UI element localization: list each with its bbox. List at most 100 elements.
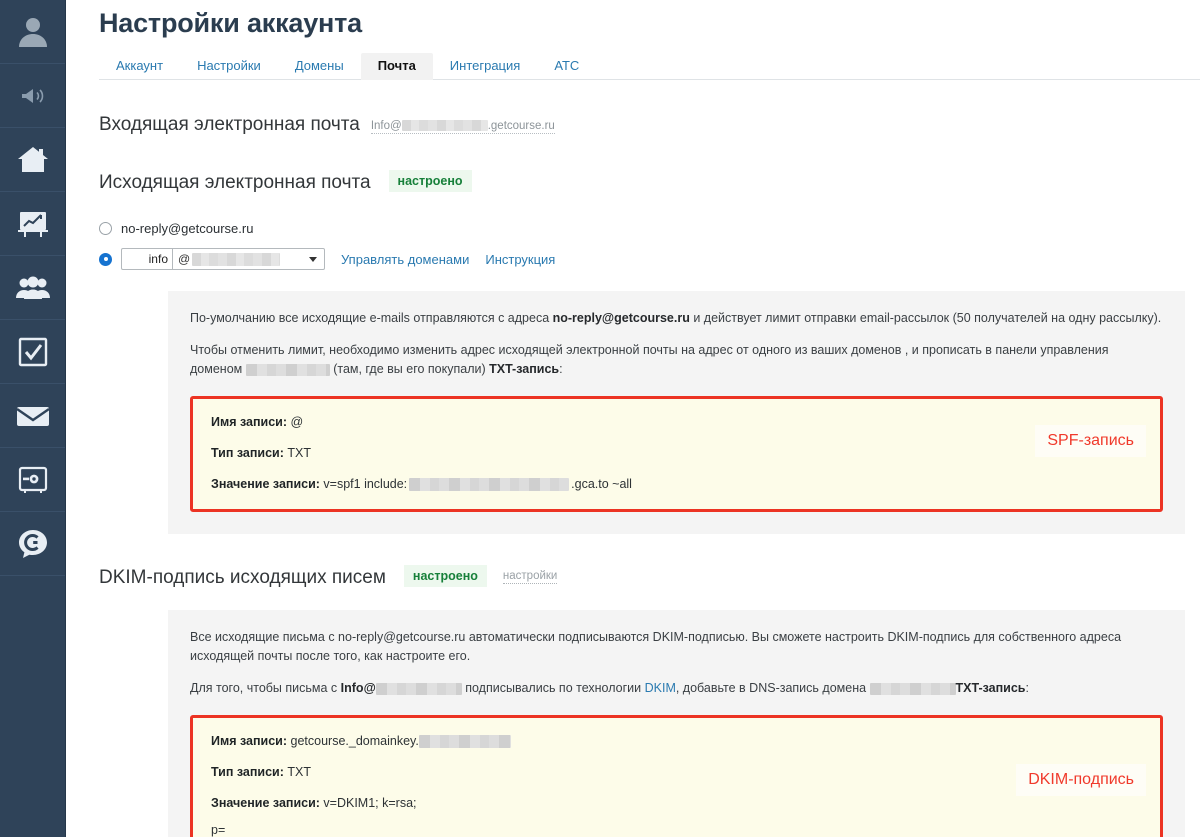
tab-atc[interactable]: АТС [537,53,596,80]
outgoing-info-paragraph-2: Чтобы отменить лимит, необходимо изменит… [190,341,1163,379]
outgoing-email-heading: Исходящая электронная почта [99,172,371,193]
incoming-email-heading: Входящая электронная почта [99,114,360,135]
spf-name-value: @ [290,415,304,429]
sender-option-custom[interactable]: @ Управлять доменами Инструкция [99,248,1200,270]
outgoing-status-badge: настроено [388,170,472,192]
redacted-dkim-record-domain [418,735,511,749]
redacted-spf-include [409,478,570,492]
sidebar-item-home[interactable] [0,128,65,192]
sidebar-item-announcements[interactable] [0,64,65,128]
spf-value-prefix: v=spf1 include: [323,477,408,491]
dkim-value-text: v=DKIM1; k=rsa; [323,796,417,810]
safe-icon [18,465,48,495]
page-title: Настройки аккаунта [99,8,362,38]
dkim-record-tag: DKIM-подпись [1016,764,1146,796]
sidebar-item-users[interactable] [0,256,65,320]
tab-account[interactable]: Аккаунт [99,53,180,80]
redacted-dkim-domain-2 [869,682,956,695]
mailbox-name-input[interactable] [121,248,173,270]
instruction-link[interactable]: Инструкция [485,252,555,267]
dkim-info-p2-txt: TXT-запись [955,681,1026,695]
dkim-name-label: Имя записи: [211,734,288,748]
dkim-info-p2-part2: подписывались по технологии [461,681,645,695]
incoming-email-prefix: Info@ [370,120,402,132]
getcourse-logo-icon [18,529,48,559]
sidebar-item-mail[interactable] [0,384,65,448]
spf-type-value: TXT [287,446,311,460]
outgoing-info-paragraph-1: По-умолчанию все исходящие e-mails отпра… [190,309,1163,328]
dkim-record-name-line: Имя записи: getcourse._domainkey. [211,732,1142,750]
megaphone-icon [20,87,46,105]
tab-integration[interactable]: Интеграция [433,53,538,80]
outgoing-sender-options: no-reply@getcourse.ru @ Управлять домена… [66,217,1200,270]
chart-presentation-icon [17,209,49,239]
dkim-key-prefix: p= [211,823,226,837]
redacted-dkim-domain-1 [375,682,462,695]
page-root: Настройки аккаунта Аккаунт Настройки Дом… [0,0,1200,837]
dkim-info-p2-part1: Для того, чтобы письма с [190,681,341,695]
dkim-info-p2-colon: : [1025,681,1029,695]
manage-domains-link[interactable]: Управлять доменами [341,252,469,267]
tab-mail[interactable]: Почта [360,53,433,80]
dkim-type-value: TXT [287,765,311,779]
dkim-record-box: DKIM-подпись Имя записи: getcourse._doma… [190,715,1163,837]
domain-select-at: @ [178,252,191,266]
tab-settings[interactable]: Настройки [180,53,278,80]
radio-custom-sender[interactable] [99,252,112,266]
spf-value-label: Значение записи: [211,477,320,491]
dkim-info-paragraph-2: Для того, чтобы письма с Info@ подписыва… [190,679,1163,698]
dkim-settings-link[interactable]: настройки [502,569,558,584]
redacted-selected-domain [192,252,281,266]
dkim-record-value-line: Значение записи: v=DKIM1; k=rsa; [211,794,1142,812]
dkim-value-label: Значение записи: [211,796,320,810]
radio-default-sender-label: no-reply@getcourse.ru [121,220,254,236]
spf-name-label: Имя записи: [211,415,288,429]
incoming-email-address[interactable]: Info@ .getcourse.ru [370,119,555,134]
checkbox-icon [18,337,48,367]
dkim-info-panel: Все исходящие письма с no-reply@getcours… [168,610,1185,837]
sidebar-item-chat[interactable] [0,512,65,576]
dkim-record-key-line: p= [211,821,1142,837]
incoming-email-section-header: Входящая электронная почта Info@ .getcour… [66,114,1200,136]
spf-record-name-line: Имя записи: @ [211,413,1142,431]
left-sidebar [0,0,66,837]
dkim-technology-link[interactable]: DKIM [645,681,676,695]
dkim-info-p2-part3: , добавьте в DNS-запись домена [675,681,870,695]
dkim-name-value: getcourse._domainkey. [290,734,419,748]
settings-tabs: Аккаунт Настройки Домены Почта Интеграци… [99,52,1200,80]
domain-select[interactable]: @ [173,248,325,270]
sender-option-default[interactable]: no-reply@getcourse.ru [99,217,1200,239]
avatar-icon [16,15,50,49]
spf-record-value-line: Значение записи: v=spf1 include: .gca.to … [211,475,1142,493]
spf-record-type-line: Тип записи: TXT [211,444,1142,462]
redacted-domain [401,120,488,132]
dkim-record-type-line: Тип записи: TXT [211,763,1142,781]
sidebar-item-settings[interactable] [0,448,65,512]
outgoing-info-p1-part1: По-умолчанию все исходящие e-mails отпра… [190,311,553,325]
spf-type-label: Тип записи: [211,446,284,460]
chevron-down-icon [309,257,317,262]
tab-domains[interactable]: Домены [278,53,361,80]
outgoing-info-p1-address: no-reply@getcourse.ru [552,311,690,325]
sidebar-item-tasks[interactable] [0,320,65,384]
sidebar-filler [0,576,65,837]
spf-record-tag: SPF-запись [1035,425,1146,457]
incoming-email-suffix: .getcourse.ru [487,120,555,132]
dkim-type-label: Тип записи: [211,765,284,779]
dkim-status-badge: настроено [403,565,487,587]
sidebar-item-analytics[interactable] [0,192,65,256]
outgoing-info-p2-colon: : [559,362,563,376]
main-content: Настройки аккаунта Аккаунт Настройки Дом… [66,0,1200,837]
sidebar-item-user-avatar[interactable] [0,0,65,64]
dkim-info-paragraph-1: Все исходящие письма с no-reply@getcours… [190,630,1122,663]
spf-record-box: SPF-запись Имя записи: @ Тип записи: TXT… [190,396,1163,512]
people-icon [15,276,50,300]
outgoing-info-panel: По-умолчанию все исходящие e-mails отпра… [168,291,1185,534]
outgoing-info-p2-txt: TXT-запись [489,362,560,376]
home-icon [16,145,50,175]
dkim-info-p2-mailbox: Info@ [340,681,376,695]
dkim-section-header: DKIM-подпись исходящих писем настроено н… [66,565,1200,590]
radio-default-sender[interactable] [99,221,112,235]
spf-value-suffix: .gca.to ~all [571,477,632,491]
envelope-icon [15,404,50,428]
